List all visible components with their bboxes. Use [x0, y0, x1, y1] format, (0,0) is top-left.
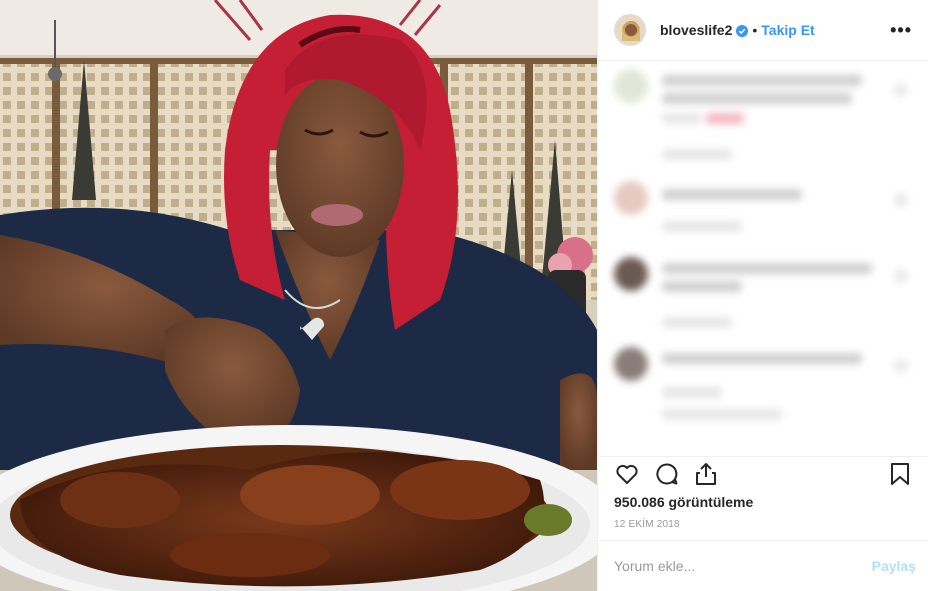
comment-like-icon [894, 269, 908, 283]
comment-like-icon [894, 83, 908, 97]
post-date[interactable]: 12 EKİM 2018 [614, 519, 680, 530]
separator-dot: • [752, 22, 758, 38]
comment-icon[interactable] [654, 461, 680, 487]
username-link[interactable]: bloveslife2 [660, 22, 732, 38]
avatar[interactable] [614, 14, 646, 46]
list-item [614, 257, 912, 337]
list-item [614, 347, 912, 437]
comment-form: Paylaş [598, 540, 928, 591]
avatar [614, 181, 648, 215]
avatar [614, 257, 648, 291]
post-comment-button[interactable]: Paylaş [872, 558, 916, 574]
video-frame-image [0, 0, 597, 591]
verified-badge-icon [736, 24, 749, 37]
share-icon[interactable] [693, 461, 719, 487]
avatar [614, 69, 648, 103]
post-actions: 950.086 görüntüleme 12 EKİM 2018 [598, 456, 928, 540]
follow-button[interactable]: Takip Et [761, 22, 814, 38]
list-item [614, 69, 912, 160]
action-icons [614, 459, 912, 491]
comment-input[interactable] [614, 558, 864, 574]
comments-list[interactable] [598, 61, 928, 456]
post-media[interactable] [0, 0, 597, 591]
post-header: bloveslife2 • Takip Et ••• [598, 0, 928, 61]
list-item [614, 181, 912, 241]
comment-like-icon [894, 193, 908, 207]
more-icon[interactable]: ••• [890, 20, 912, 41]
heart-icon[interactable] [614, 461, 640, 487]
bookmark-icon[interactable] [887, 461, 913, 487]
avatar [614, 347, 648, 381]
comment-like-icon [894, 359, 908, 373]
view-count[interactable]: 950.086 görüntüleme [614, 494, 753, 510]
post-sidebar: bloveslife2 • Takip Et ••• 950.086 görün… [597, 0, 928, 591]
